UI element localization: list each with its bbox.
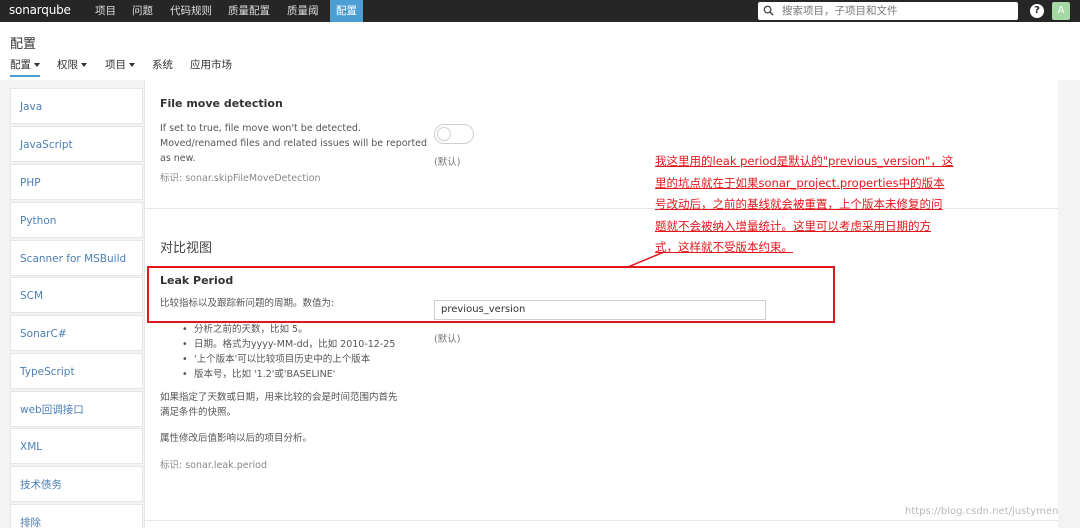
sidebar-item-php[interactable]: PHP	[10, 164, 143, 200]
annotation-line: 号改动后，之前的基线就会被重置，上个版本未修复的问	[655, 197, 943, 211]
note-line: 如果指定了天数或日期，用来比较的会是时间范围内首先	[160, 392, 398, 403]
note-line: 满足条件的快照。	[160, 407, 237, 418]
search-box[interactable]: 搜索项目，子项目和文件	[758, 2, 1018, 20]
sidebar-item-java[interactable]: Java	[10, 88, 143, 124]
search-placeholder: 搜索项目，子项目和文件	[782, 5, 898, 17]
subnav-marketplace[interactable]: 应用市场	[190, 57, 232, 72]
chevron-down-icon	[34, 63, 40, 67]
leak-period-options-list: 分析之前的天数，比如 5。 日期。格式为yyyy-MM-dd，比如 2010-1…	[180, 322, 395, 382]
chevron-down-icon	[81, 63, 87, 67]
nav-rules[interactable]: 代码规则	[164, 0, 218, 22]
annotation-note: 我这里用的leak period是默认的"previous_version"，这…	[655, 151, 1005, 259]
default-label-leak-period: (默认)	[434, 334, 461, 345]
help-icon[interactable]: ?	[1030, 4, 1044, 18]
toggle-knob	[437, 127, 451, 141]
desc-line: Moved/renamed files and related issues w…	[160, 138, 428, 149]
sidebar-item-webhooks[interactable]: web回调接口	[10, 391, 143, 427]
nav-issues[interactable]: 问题	[126, 0, 159, 22]
desc-line: as new.	[160, 153, 196, 164]
annotation-line: 式，这样就不受版本约束。	[655, 240, 793, 254]
subnav-configuration-label: 配置	[10, 59, 31, 71]
leak-period-note-2: 属性修改后值影响以后的项目分析。	[160, 433, 313, 444]
list-item: 日期。格式为yyyy-MM-dd，比如 2010-12-25	[180, 337, 395, 352]
user-avatar[interactable]: A	[1052, 2, 1070, 20]
chevron-down-icon	[129, 63, 135, 67]
annotation-line: 我这里用的leak period是默认的"previous_version"，这	[655, 154, 954, 168]
search-icon	[763, 5, 774, 16]
subnav-security-label: 权限	[57, 59, 78, 71]
list-item: 版本号，比如 '1.2'或'BASELINE'	[180, 367, 395, 382]
nav-quality-gates[interactable]: 质量阈	[281, 0, 325, 22]
sidebar-item-scm[interactable]: SCM	[10, 277, 143, 313]
setting-title-file-move: File move detection	[160, 97, 283, 110]
sidebar-item-technical-debt[interactable]: 技术债务	[10, 466, 143, 502]
nav-administration[interactable]: 配置	[330, 0, 363, 22]
annotation-line: 题就不会被纳入增量统计。这里可以考虑采用日期的方	[655, 218, 931, 233]
list-item: 分析之前的天数，比如 5。	[180, 322, 395, 337]
section-title-compare: 对比视图	[160, 241, 213, 256]
sidebar-item-exclusions[interactable]: 排除	[10, 504, 143, 528]
sidebar-item-sonarcsharp[interactable]: SonarC#	[10, 315, 143, 351]
file-move-toggle[interactable]	[434, 124, 474, 144]
page-title: 配置	[10, 37, 37, 52]
watermark: https://blog.csdn.net/justymen	[905, 506, 1059, 517]
annotation-line: 里的坑点就在于如果sonar_project.properties中的版本	[655, 175, 945, 190]
leak-period-note: 如果指定了天数或日期，用来比较的会是时间范围内首先 满足条件的快照。	[160, 390, 398, 420]
sidebar-item-scanner-msbuild[interactable]: Scanner for MSBuild	[10, 240, 143, 276]
list-item: '上个版本'可以比较项目历史中的上个版本	[180, 352, 395, 367]
default-label-file-move: (默认)	[434, 157, 461, 168]
setting-key-leak-period: 标识: sonar.leak.period	[160, 460, 267, 471]
subnav-security[interactable]: 权限	[57, 57, 87, 72]
annotation-highlight-box	[147, 266, 835, 323]
setting-key-file-move: 标识: sonar.skipFileMoveDetection	[160, 173, 321, 184]
top-navbar: sonarqube 项目 问题 代码规则 质量配置 质量阈 配置 搜索项目，子项…	[0, 0, 1080, 22]
subnav-configuration[interactable]: 配置	[10, 57, 40, 77]
sidebar-item-javascript[interactable]: JavaScript	[10, 126, 143, 162]
sonarqube-logo[interactable]: sonarqube	[9, 3, 71, 17]
logo-text: sonarqube	[9, 3, 71, 17]
sidebar-item-xml[interactable]: XML	[10, 428, 143, 464]
nav-quality-profiles[interactable]: 质量配置	[222, 0, 276, 22]
desc-line: If set to true, file move won't be detec…	[160, 123, 361, 134]
nav-projects[interactable]: 项目	[89, 0, 122, 22]
sidebar-item-python[interactable]: Python	[10, 202, 143, 238]
sidebar-item-typescript[interactable]: TypeScript	[10, 353, 143, 389]
subnav-system[interactable]: 系统	[152, 57, 173, 72]
subnav-projects[interactable]: 项目	[105, 57, 135, 72]
setting-desc-file-move: If set to true, file move won't be detec…	[160, 121, 427, 166]
section-divider	[144, 520, 1058, 521]
subnav-projects-label: 项目	[105, 59, 126, 71]
